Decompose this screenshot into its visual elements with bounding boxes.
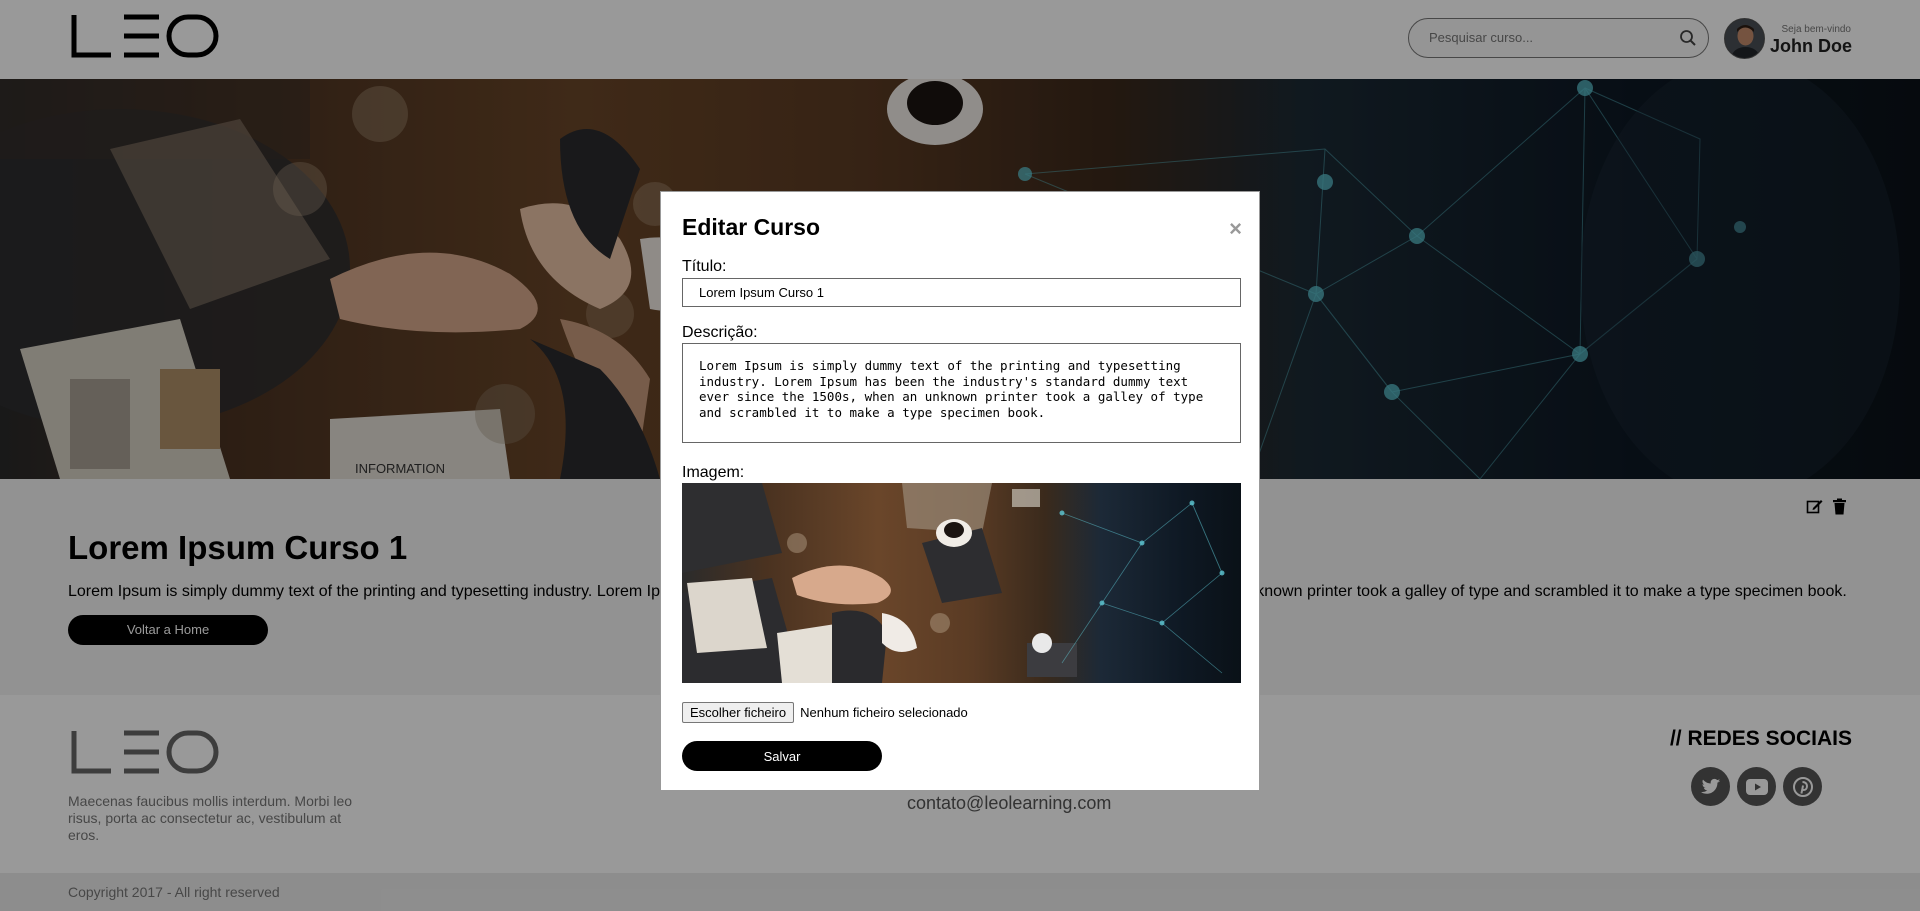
- modal-title: Editar Curso: [682, 214, 821, 240]
- title-label: Título:: [682, 258, 727, 275]
- description-label: Descrição:: [682, 324, 758, 341]
- course-image: [682, 483, 1225, 683]
- file-upload: Escolher ficheiro Nenhum ficheiro seleci…: [682, 702, 968, 723]
- save-button[interactable]: Salvar: [682, 741, 882, 771]
- title-input[interactable]: [682, 278, 1241, 307]
- preview-network-lines: [1061, 502, 1223, 674]
- image-preview: [682, 483, 1241, 683]
- edit-course-modal: Editar Curso × Título: Descrição: Lorem …: [660, 191, 1260, 791]
- preview-network-nodes: [1059, 500, 1225, 626]
- file-status: Nenhum ficheiro selecionado: [800, 705, 968, 720]
- close-icon[interactable]: ×: [1229, 218, 1242, 240]
- choose-file-button[interactable]: Escolher ficheiro: [682, 702, 795, 723]
- description-textarea[interactable]: Lorem Ipsum is simply dummy text of the …: [682, 343, 1241, 443]
- image-label: Imagem:: [682, 464, 745, 481]
